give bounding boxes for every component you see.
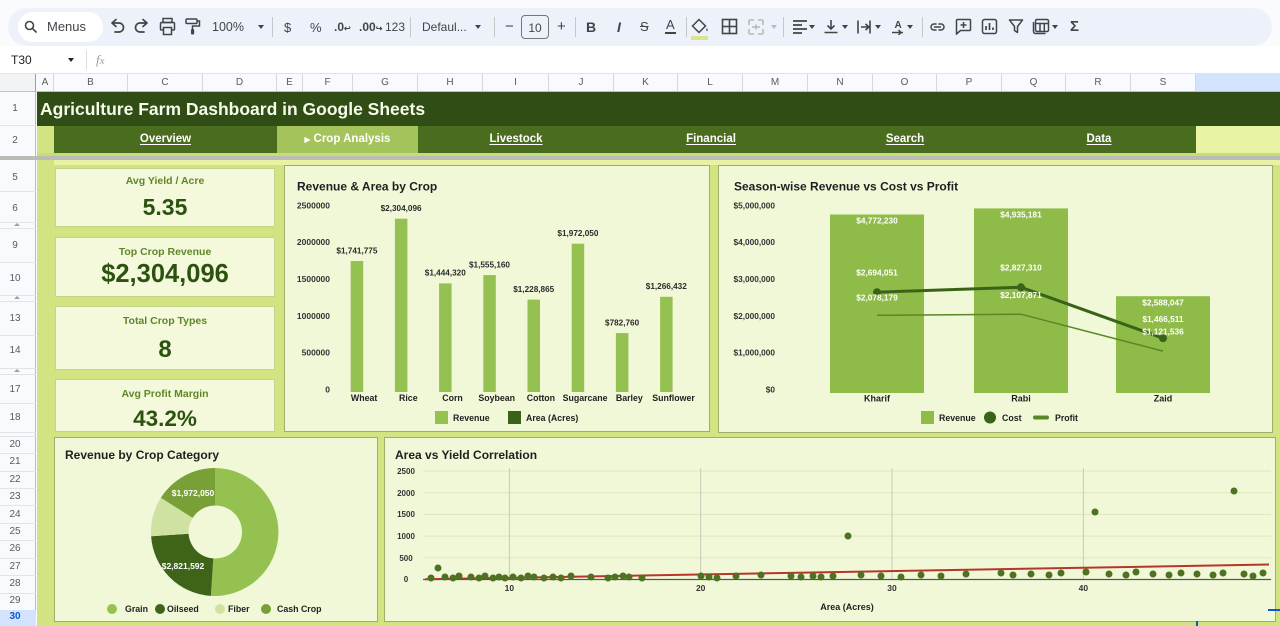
svg-text:Rabi: Rabi bbox=[1011, 394, 1031, 404]
svg-text:$1,121,536: $1,121,536 bbox=[1142, 327, 1184, 337]
svg-text:$4,935,181: $4,935,181 bbox=[1000, 210, 1042, 220]
svg-text:Oilseed: Oilseed bbox=[167, 604, 199, 614]
svg-text:$5,000,000: $5,000,000 bbox=[733, 200, 775, 210]
svg-text:Cotton: Cotton bbox=[527, 393, 555, 403]
svg-text:0: 0 bbox=[404, 575, 409, 584]
svg-text:$4,772,230: $4,772,230 bbox=[856, 216, 898, 226]
svg-text:$782,760: $782,760 bbox=[605, 318, 640, 327]
svg-text:Area vs Yield Correlation: Area vs Yield Correlation bbox=[395, 448, 537, 462]
svg-text:1500: 1500 bbox=[397, 510, 415, 519]
svg-text:Revenue: Revenue bbox=[453, 413, 490, 423]
svg-text:0: 0 bbox=[325, 384, 330, 394]
svg-text:20: 20 bbox=[696, 583, 706, 593]
svg-text:Season-wise Revenue vs Cost vs: Season-wise Revenue vs Cost vs Profit bbox=[734, 180, 958, 194]
svg-text:Profit: Profit bbox=[1055, 413, 1078, 423]
svg-text:Cash Crop: Cash Crop bbox=[277, 604, 322, 614]
svg-text:Soybean: Soybean bbox=[478, 393, 515, 403]
svg-text:Cost: Cost bbox=[1002, 413, 1022, 423]
svg-text:$2,078,179: $2,078,179 bbox=[856, 293, 898, 303]
svg-text:A: A bbox=[895, 20, 902, 31]
svg-text:$2,304,096: $2,304,096 bbox=[381, 204, 422, 213]
svg-text:30: 30 bbox=[887, 583, 897, 593]
svg-text:2500: 2500 bbox=[397, 467, 415, 476]
svg-text:Kharif: Kharif bbox=[864, 394, 891, 404]
svg-text:1500000: 1500000 bbox=[297, 274, 330, 284]
svg-text:Corn: Corn bbox=[442, 393, 463, 403]
svg-text:$0: $0 bbox=[766, 384, 776, 394]
svg-text:Area (Acres): Area (Acres) bbox=[820, 602, 874, 612]
svg-text:$1,266,432: $1,266,432 bbox=[646, 282, 687, 291]
svg-text:Fiber: Fiber bbox=[228, 604, 250, 614]
svg-text:$2,588,047: $2,588,047 bbox=[1142, 298, 1184, 308]
svg-text:2000: 2000 bbox=[397, 489, 415, 498]
svg-text:40: 40 bbox=[1079, 583, 1089, 593]
svg-text:$1,972,050: $1,972,050 bbox=[172, 488, 215, 498]
svg-text:$2,821,592: $2,821,592 bbox=[162, 561, 205, 571]
svg-text:Sunflower: Sunflower bbox=[652, 393, 695, 403]
svg-text:$1,741,775: $1,741,775 bbox=[336, 246, 377, 255]
svg-text:1000: 1000 bbox=[397, 532, 415, 541]
svg-text:1000000: 1000000 bbox=[297, 311, 330, 321]
svg-text:500: 500 bbox=[399, 554, 413, 563]
svg-text:$3,000,000: $3,000,000 bbox=[733, 274, 775, 284]
svg-text:$2,827,310: $2,827,310 bbox=[1000, 263, 1042, 273]
svg-text:500000: 500000 bbox=[302, 348, 331, 358]
svg-text:Zaid: Zaid bbox=[1154, 394, 1173, 404]
svg-text:$1,000,000: $1,000,000 bbox=[733, 348, 775, 358]
svg-text:Sugarcane: Sugarcane bbox=[563, 393, 608, 403]
svg-text:Barley: Barley bbox=[616, 393, 643, 403]
svg-text:10: 10 bbox=[505, 583, 515, 593]
svg-text:$2,694,051: $2,694,051 bbox=[856, 268, 898, 278]
svg-text:Area (Acres): Area (Acres) bbox=[526, 413, 578, 423]
svg-text:Revenue: Revenue bbox=[939, 413, 976, 423]
svg-text:Grain: Grain bbox=[125, 604, 148, 614]
svg-text:Revenue & Area by Crop: Revenue & Area by Crop bbox=[297, 180, 437, 194]
svg-text:$1,972,050: $1,972,050 bbox=[557, 229, 598, 238]
svg-text:2500000: 2500000 bbox=[297, 200, 330, 210]
svg-text:2000000: 2000000 bbox=[297, 237, 330, 247]
svg-text:Revenue by Crop Category: Revenue by Crop Category bbox=[65, 448, 219, 462]
svg-text:Wheat: Wheat bbox=[351, 393, 377, 403]
svg-text:$1,466,511: $1,466,511 bbox=[1142, 314, 1183, 324]
svg-text:$2,107,871: $2,107,871 bbox=[1000, 290, 1042, 300]
svg-text:Rice: Rice bbox=[399, 393, 418, 403]
svg-text:$1,444,320: $1,444,320 bbox=[425, 269, 466, 278]
svg-text:$4,000,000: $4,000,000 bbox=[733, 237, 775, 247]
svg-text:$1,555,160: $1,555,160 bbox=[469, 260, 510, 269]
svg-text:$2,000,000: $2,000,000 bbox=[733, 311, 775, 321]
svg-text:$1,228,865: $1,228,865 bbox=[513, 285, 554, 294]
